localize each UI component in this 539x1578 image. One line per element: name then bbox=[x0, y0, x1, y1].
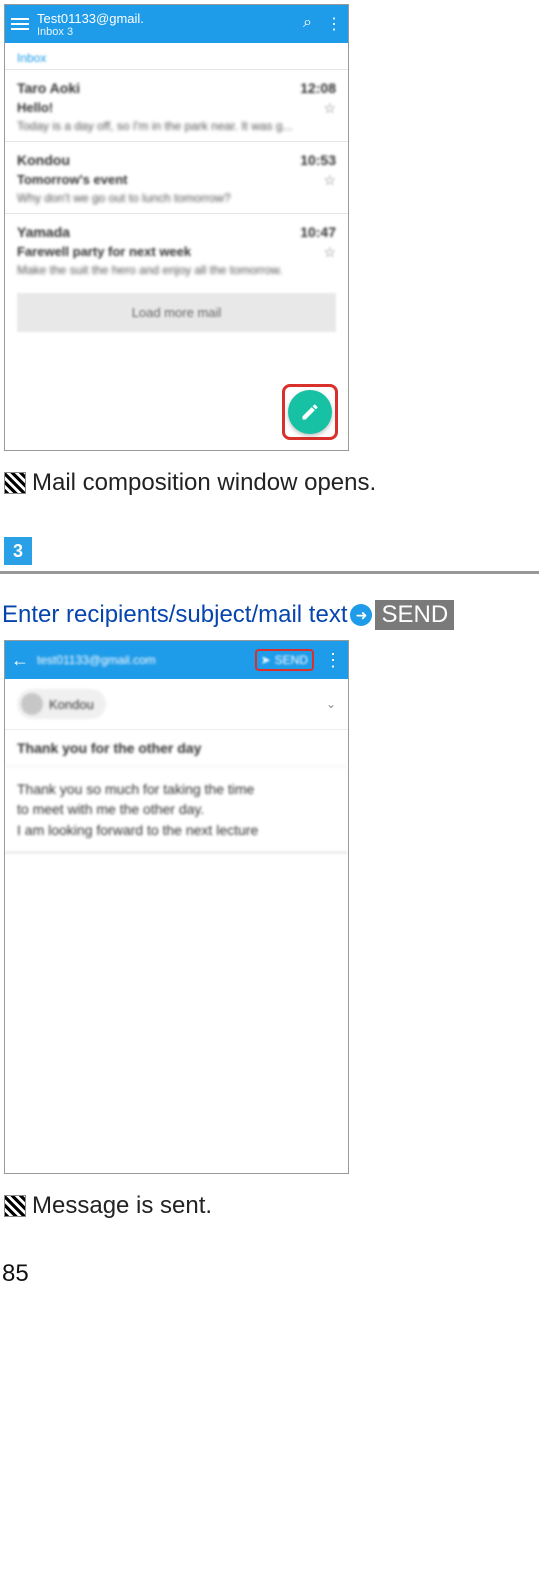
result-text: Mail composition window opens. bbox=[32, 469, 376, 497]
step-number-badge: 3 bbox=[4, 537, 32, 565]
body-line: Thank you so much for taking the time bbox=[17, 779, 336, 799]
result-line: Mail composition window opens. bbox=[4, 469, 539, 497]
star-icon[interactable]: ☆ bbox=[323, 172, 336, 189]
mail-time: 10:47 bbox=[300, 224, 336, 240]
mail-subject: Farewell party for next week bbox=[17, 244, 191, 261]
mail-sender: Taro Aoki bbox=[17, 80, 80, 96]
flag-icon bbox=[4, 472, 26, 494]
more-icon[interactable]: ⋮ bbox=[324, 650, 342, 671]
inbox-screenshot: Test01133@gmail. Inbox 3 ⌕ ⋮ Inbox Taro … bbox=[4, 4, 349, 451]
result-text: Message is sent. bbox=[32, 1192, 212, 1220]
flag-icon bbox=[4, 1195, 26, 1217]
mail-preview: Make the suit the hero and enjoy all the… bbox=[17, 263, 336, 277]
send-button-highlight: ➤ SEND bbox=[255, 649, 314, 671]
mail-sender: Kondou bbox=[17, 152, 70, 168]
mail-item[interactable]: Kondou 10:53 Tomorrow's event ☆ Why don't … bbox=[5, 142, 348, 213]
mail-subject: Tomorrow's event bbox=[17, 172, 127, 189]
page-number: 85 bbox=[2, 1260, 539, 1288]
load-more-button[interactable]: Load more mail bbox=[17, 293, 336, 332]
inbox-section-label: Inbox bbox=[5, 43, 348, 69]
mail-time: 10:53 bbox=[300, 152, 336, 168]
mail-item[interactable]: Taro Aoki 12:08 Hello! ☆ Today is a day of… bbox=[5, 70, 348, 141]
more-icon[interactable]: ⋮ bbox=[326, 14, 342, 34]
account-name: Test01133@gmail. bbox=[37, 11, 303, 26]
mail-sender: Yamada bbox=[17, 224, 70, 240]
avatar-icon bbox=[21, 693, 43, 715]
from-address: test01133@gmail.com bbox=[37, 653, 255, 667]
mail-preview: Today is a day off, so I'm in the park n… bbox=[17, 119, 336, 133]
star-icon[interactable]: ☆ bbox=[323, 244, 336, 261]
arrow-right-icon: ➜ bbox=[350, 604, 372, 626]
send-label: SEND bbox=[375, 600, 454, 630]
compose-screenshot: ← test01133@gmail.com ➤ SEND ⋮ Kondou ⌄ … bbox=[4, 640, 349, 1174]
mail-subject: Hello! bbox=[17, 100, 53, 117]
star-icon[interactable]: ☆ bbox=[323, 100, 336, 117]
back-icon[interactable]: ← bbox=[11, 650, 29, 671]
compose-titlebar: ← test01133@gmail.com ➤ SEND ⋮ bbox=[5, 641, 348, 679]
recipient-chip[interactable]: Kondou bbox=[17, 689, 106, 719]
paperplane-icon: ➤ bbox=[261, 653, 271, 667]
subject-field[interactable]: Thank you for the other day bbox=[5, 730, 348, 767]
mail-time: 12:08 bbox=[300, 80, 336, 96]
message-body[interactable]: Thank you so much for taking the time to… bbox=[5, 767, 348, 853]
mail-preview: Why don't we go out to lunch tomorrow? bbox=[17, 191, 336, 205]
body-line: to meet with me the other day. bbox=[17, 799, 336, 819]
chevron-down-icon[interactable]: ⌄ bbox=[326, 697, 336, 711]
recipient-name: Kondou bbox=[49, 697, 94, 712]
instruction-text: Enter recipients/subject/mail text bbox=[2, 601, 347, 629]
result-line: Message is sent. bbox=[4, 1192, 539, 1220]
menu-icon[interactable] bbox=[11, 15, 29, 33]
instruction-line: Enter recipients/subject/mail text ➜ SEN… bbox=[2, 600, 539, 630]
compose-fab-highlight bbox=[282, 384, 338, 440]
pencil-icon bbox=[300, 402, 320, 422]
search-icon[interactable]: ⌕ bbox=[303, 14, 312, 34]
folder-count: Inbox 3 bbox=[37, 26, 303, 38]
compose-fab[interactable] bbox=[288, 390, 332, 434]
mail-item[interactable]: Yamada 10:47 Farewell party for next week… bbox=[5, 214, 348, 285]
inbox-titlebar: Test01133@gmail. Inbox 3 ⌕ ⋮ bbox=[5, 5, 348, 43]
body-line: I am looking forward to the next lecture bbox=[17, 820, 336, 840]
send-button[interactable]: SEND bbox=[275, 653, 308, 667]
to-field[interactable]: Kondou ⌄ bbox=[5, 679, 348, 730]
